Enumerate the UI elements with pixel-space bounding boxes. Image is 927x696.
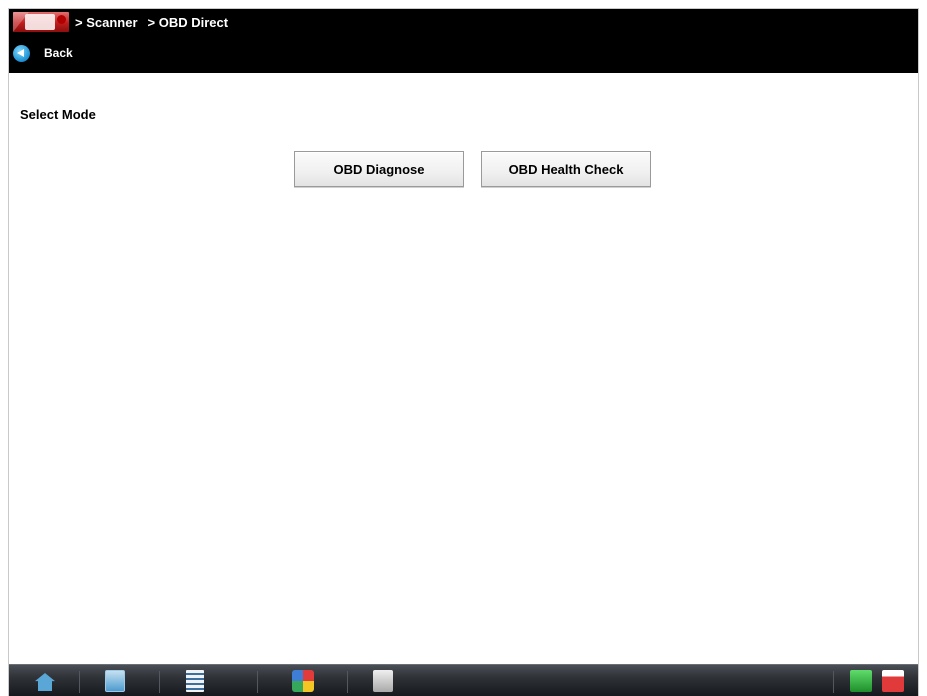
- obd-health-check-button[interactable]: OBD Health Check: [481, 151, 651, 187]
- breadcrumb: > Scanner > OBD Direct: [13, 12, 238, 32]
- obd-diagnose-button[interactable]: OBD Diagnose: [294, 151, 464, 187]
- back-button[interactable]: Back: [13, 43, 73, 63]
- brand-logo-icon[interactable]: [13, 12, 69, 32]
- back-arrow-icon[interactable]: [13, 44, 30, 62]
- back-label[interactable]: Back: [44, 46, 73, 60]
- home-icon[interactable]: [35, 673, 55, 691]
- breadcrumb-obd-direct: > OBD Direct: [147, 14, 229, 30]
- data-list-icon[interactable]: [186, 670, 204, 692]
- toolbar-divider: [347, 671, 348, 693]
- print-icon[interactable]: [373, 670, 393, 692]
- scanner-icon[interactable]: [105, 670, 125, 692]
- bottom-toolbar: [9, 664, 918, 696]
- toolbar-divider: [257, 671, 258, 693]
- connection-status-icon[interactable]: [850, 670, 872, 692]
- select-mode-heading: Select Mode: [20, 107, 96, 122]
- tools-icon[interactable]: [292, 670, 314, 692]
- toolbar-divider: [833, 671, 834, 693]
- app-window: > Scanner > OBD Direct Back Select Mode …: [8, 8, 919, 696]
- title-bar: > Scanner > OBD Direct Back: [9, 9, 918, 73]
- toolbar-divider: [159, 671, 160, 693]
- battery-status-icon[interactable]: [882, 670, 904, 692]
- breadcrumb-scanner[interactable]: > Scanner: [75, 15, 138, 30]
- toolbar-divider: [79, 671, 80, 693]
